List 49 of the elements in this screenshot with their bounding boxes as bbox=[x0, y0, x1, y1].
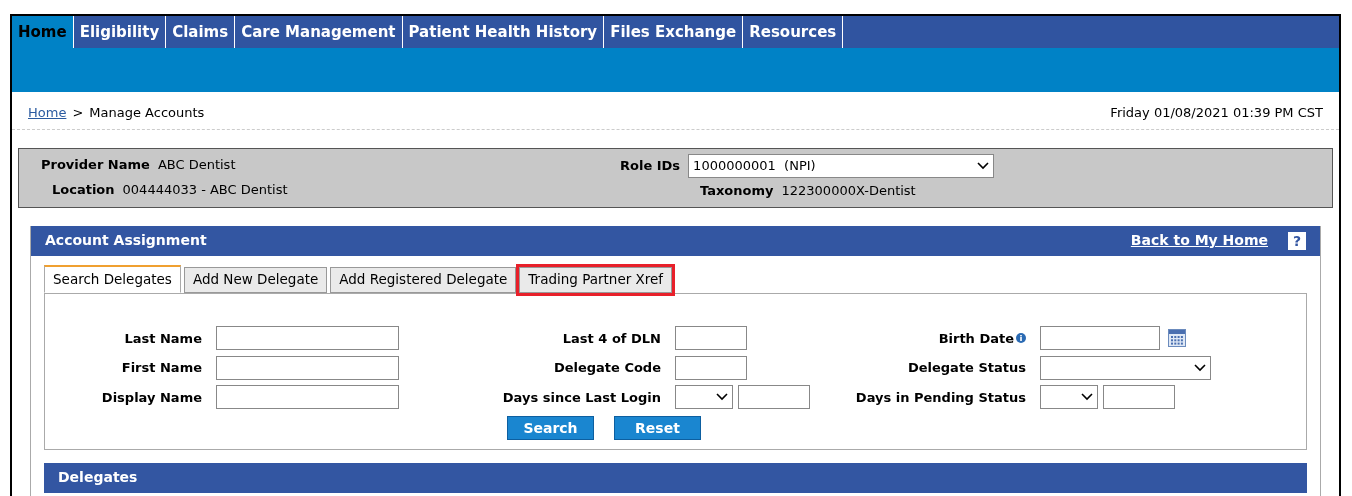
chevron-down-icon bbox=[1194, 363, 1206, 372]
calendar-icon[interactable] bbox=[1168, 329, 1186, 348]
panel-title: Account Assignment bbox=[45, 231, 207, 250]
field-label: Display Name bbox=[101, 388, 202, 407]
section-title: Delegates bbox=[58, 468, 138, 487]
dropdown-value: 1000000001 (NPI) bbox=[693, 156, 816, 175]
input-field[interactable] bbox=[1103, 385, 1175, 410]
nav-tab[interactable]: Home bbox=[12, 16, 74, 48]
field-label: Delegate Code bbox=[553, 359, 661, 377]
field-label: Last Name bbox=[124, 329, 202, 348]
input-field[interactable] bbox=[216, 326, 399, 351]
field-value: 004444033 - ABC Dentist bbox=[122, 181, 288, 199]
help-button[interactable]: ? bbox=[1288, 231, 1306, 250]
breadcrumb-current: Manage Accounts bbox=[89, 104, 205, 122]
input-field[interactable] bbox=[216, 355, 399, 380]
input-field[interactable] bbox=[675, 355, 747, 380]
chevron-down-icon bbox=[716, 393, 728, 402]
back-link[interactable]: Back to My Home bbox=[1130, 230, 1268, 251]
dropdown[interactable] bbox=[1040, 385, 1098, 410]
tab[interactable]: Trading Partner Xref bbox=[519, 266, 673, 293]
field-label: Role IDs bbox=[619, 156, 681, 175]
field-label: Days in Pending Status bbox=[855, 388, 1026, 407]
date-time: Friday 01/08/2021 01:39 PM CST bbox=[1110, 104, 1323, 122]
input-field[interactable] bbox=[738, 385, 810, 410]
tab[interactable]: Add Registered Delegate bbox=[330, 266, 517, 293]
input-field[interactable] bbox=[216, 385, 399, 410]
tab[interactable]: Add New Delegate bbox=[183, 266, 328, 293]
field-label: Provider Name bbox=[41, 155, 150, 174]
input-field[interactable] bbox=[1040, 326, 1160, 351]
breadcrumb-link[interactable]: Home bbox=[28, 103, 67, 123]
dropdown[interactable] bbox=[1040, 355, 1211, 380]
tab[interactable]: Search Delegates bbox=[44, 264, 181, 293]
field-label: First Name bbox=[121, 359, 202, 377]
dropdown[interactable] bbox=[675, 385, 733, 410]
chevron-down-icon bbox=[977, 161, 990, 170]
field-value: ABC Dentist bbox=[157, 155, 236, 174]
field-value: 122300000X-Dentist bbox=[781, 181, 916, 200]
field-label: Birth Date bbox=[938, 329, 1014, 348]
input-field[interactable] bbox=[675, 326, 747, 351]
action-button[interactable]: Search bbox=[507, 416, 594, 440]
field-label: Taxonomy bbox=[700, 181, 774, 200]
chevron-down-icon bbox=[1081, 393, 1093, 402]
dropdown[interactable]: 1000000001 (NPI) bbox=[688, 153, 995, 178]
breadcrumb-separator: > bbox=[72, 104, 84, 122]
field-label: Days since Last Login bbox=[502, 388, 661, 407]
field-label: Location bbox=[52, 181, 115, 199]
field-label: Delegate Status bbox=[907, 359, 1026, 377]
field-label: Last 4 of DLN bbox=[562, 329, 661, 348]
action-button[interactable]: Reset bbox=[614, 416, 701, 440]
